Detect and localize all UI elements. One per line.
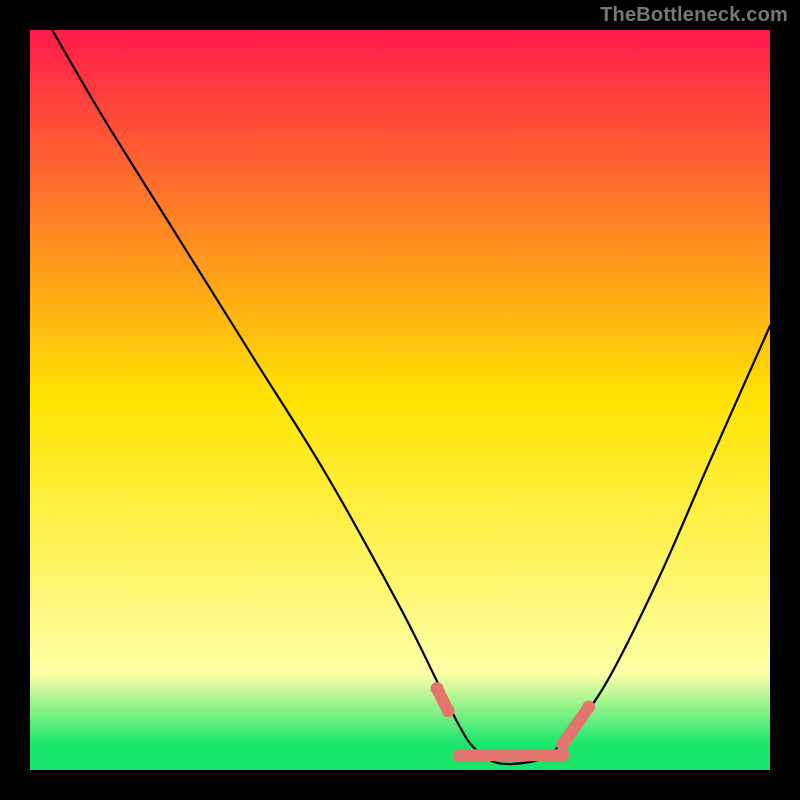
highlight-endpoint	[582, 701, 595, 714]
plot-background	[30, 30, 770, 770]
highlight-endpoint	[556, 738, 569, 751]
bottleneck-chart	[0, 0, 800, 800]
highlight-endpoint	[442, 704, 455, 717]
chart-stage: TheBottleneck.com	[0, 0, 800, 800]
highlight-endpoint	[453, 749, 466, 762]
highlight-endpoint	[431, 682, 444, 695]
highlight-endpoint	[556, 749, 569, 762]
